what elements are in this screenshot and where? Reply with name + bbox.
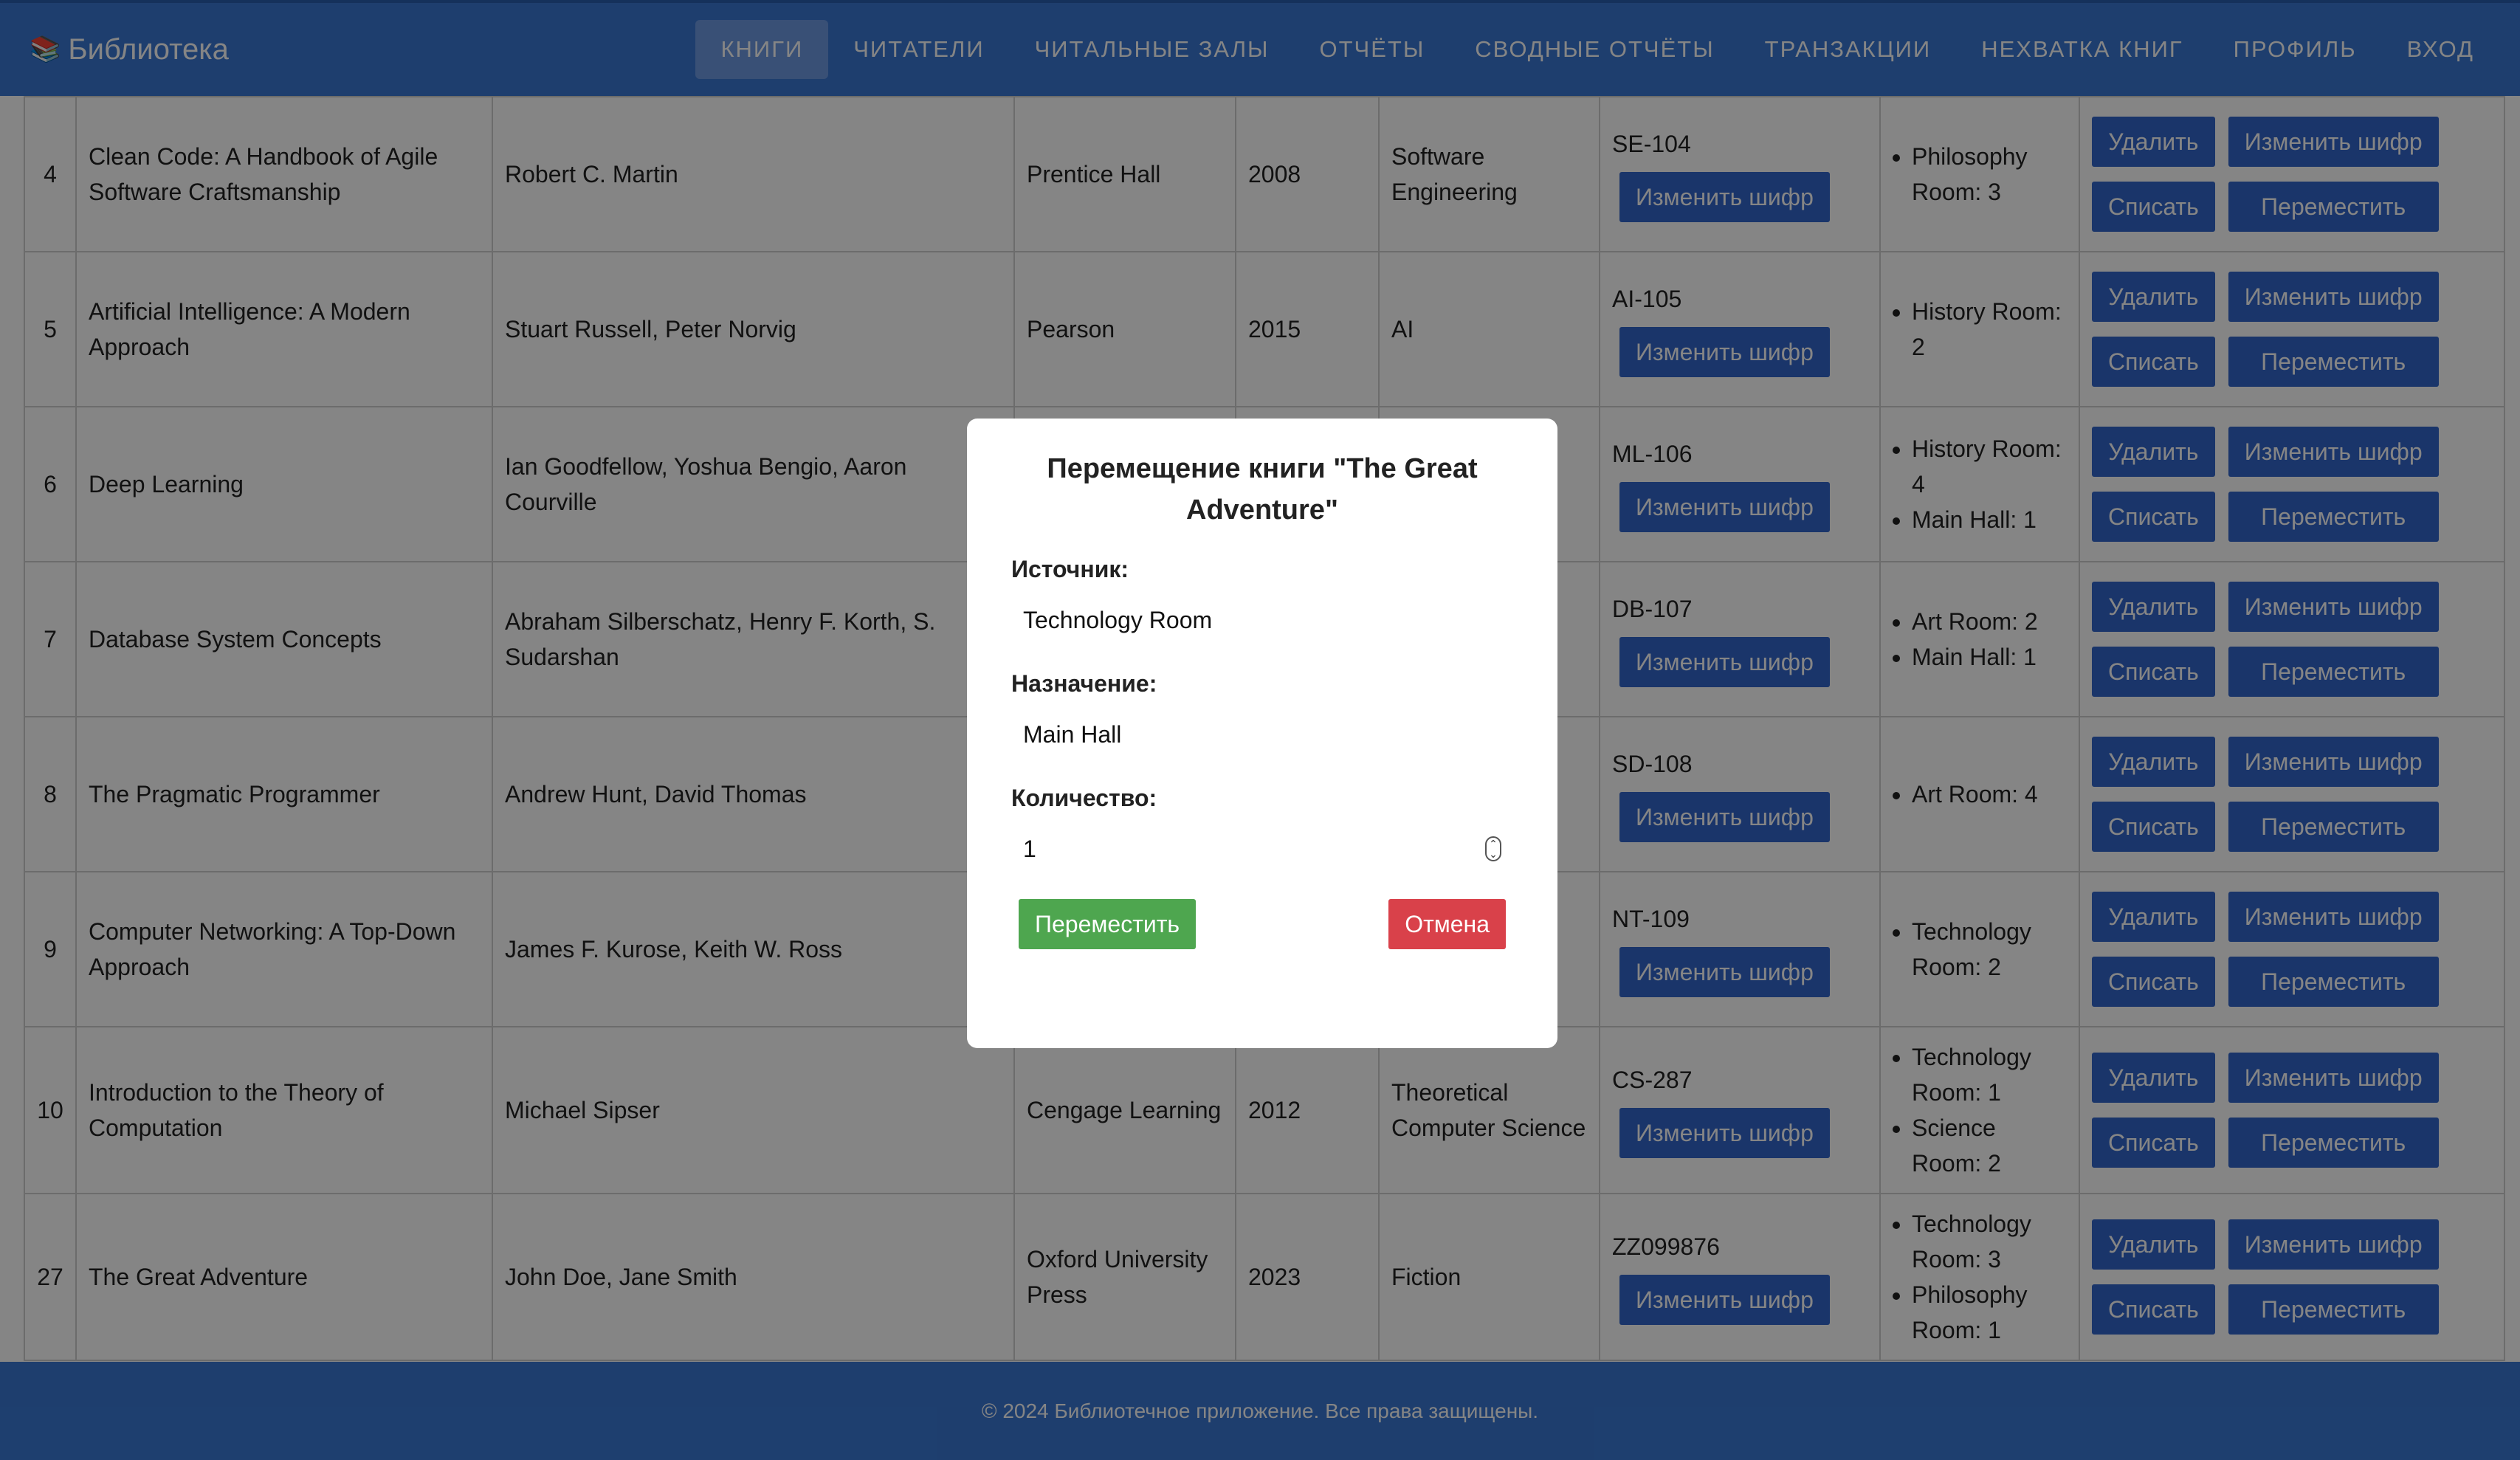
destination-label: Назначение: — [1011, 670, 1157, 697]
quantity-field[interactable]: 1 ⌃ ⌄ — [1011, 825, 1513, 872]
confirm-move-button[interactable]: Переместить — [1019, 899, 1197, 949]
source-label: Источник: — [1011, 556, 1129, 582]
source-select[interactable]: Technology Room — [1011, 596, 1513, 644]
quantity-label: Количество: — [1011, 785, 1157, 811]
destination-select[interactable]: Main Hall — [1011, 711, 1513, 758]
quantity-stepper-icon[interactable]: ⌃ ⌄ — [1485, 836, 1501, 861]
cancel-button[interactable]: Отмена — [1388, 899, 1506, 949]
move-book-modal: Перемещение книги "The Great Adventure" … — [967, 419, 1557, 1048]
quantity-value: 1 — [1023, 836, 1036, 862]
modal-actions: Переместить Отмена — [1011, 899, 1513, 949]
modal-title: Перемещение книги "The Great Adventure" — [1047, 453, 1478, 526]
